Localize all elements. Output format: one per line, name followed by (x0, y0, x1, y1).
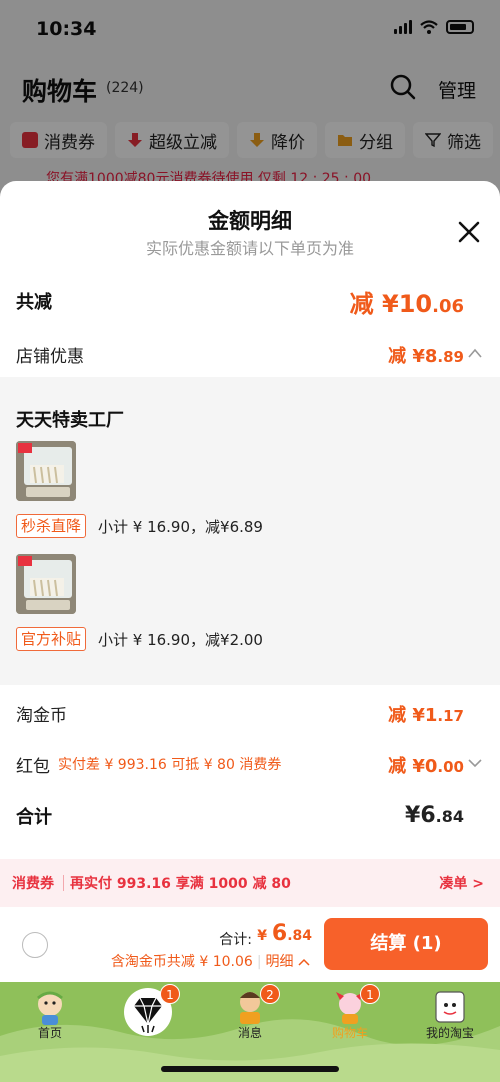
tab-cart[interactable]: 1 购物车 (300, 982, 400, 1052)
profile-mascot-icon (435, 991, 465, 1023)
checkout-total-value: ¥ 6.84 (257, 921, 312, 946)
chevron-up-icon (298, 958, 310, 966)
red-packet-value: 减 ¥0.00 (388, 756, 464, 777)
coupon-text: 再实付 993.16 享满 1000 减 80 (70, 876, 291, 892)
taojinbi-value: 减 ¥1.17 (388, 705, 464, 726)
checkout-total-label: 合计: (219, 932, 252, 948)
total-discount-label: 共减 (16, 292, 52, 313)
coupon-tag: 消费券 (12, 876, 54, 892)
divider (63, 875, 64, 891)
tab-label: 购物车 (331, 1026, 368, 1040)
sheet-title: 金额明细 (208, 209, 292, 233)
chevron-up-icon[interactable] (468, 348, 482, 358)
select-all-checkbox[interactable] (22, 932, 48, 958)
promo-tag: 秒杀直降 (16, 514, 87, 538)
promo-tag: 官方补贴 (16, 627, 87, 651)
tab-label: 消息 (237, 1026, 262, 1040)
amount-detail-sheet: 金额明细 实际优惠金额请以下单页为准 共减 减 ¥10.06 店铺优惠 减 ¥8… (0, 181, 500, 909)
checkout-bar: 合计: ¥ 6.84 含淘金币共减 ¥ 10.06 | 明细 结算 (1) (0, 908, 500, 982)
tab-label: 我的淘宝 (425, 1026, 474, 1040)
taojinbi-label: 淘金币 (16, 706, 67, 726)
total-discount-row: 共减 减 ¥10.06 (16, 284, 464, 318)
red-packet-note: 实付差 ¥ 993.16 可抵 ¥ 80 消费券 (58, 757, 282, 773)
product-thumbnail[interactable] (16, 441, 76, 501)
subtotal-label: 合计 (16, 807, 52, 828)
subtotal-row: 合计 ¥6.84 (16, 803, 464, 835)
shop-discount-value: 减 ¥8.89 (388, 346, 464, 367)
tab-messages[interactable]: 2 消息 (200, 982, 300, 1052)
shop-discount-row[interactable]: 店铺优惠 减 ¥8.89 (16, 340, 482, 368)
checkout-discount-summary: 含淘金币共减 ¥ 10.06 | 明细 (111, 951, 310, 971)
add-items-link[interactable]: 凑单 > (439, 873, 484, 893)
notification-badge: 2 (260, 984, 280, 1004)
tab-diamond[interactable]: 1 (98, 982, 198, 1052)
chevron-down-icon[interactable] (468, 758, 482, 768)
home-indicator (161, 1066, 339, 1072)
notification-badge: 1 (160, 984, 180, 1004)
checkout-button[interactable]: 结算 (1) (324, 918, 488, 970)
store-block: 天天特卖工厂 秒杀直降 小计 ¥ 16.90，减¥6.89 官方补贴 小计 ¥ … (0, 377, 500, 685)
sheet-subtitle: 实际优惠金额请以下单页为准 (145, 239, 354, 258)
detail-link[interactable]: 明细 (266, 954, 294, 970)
tab-home[interactable]: 首页 (0, 982, 100, 1052)
coupon-bar: 消费券 再实付 993.16 享满 1000 减 80 凑单 > (0, 859, 500, 907)
item-subtotal: 小计 ¥ 16.90，减¥2.00 (98, 631, 263, 649)
close-icon[interactable] (458, 221, 480, 243)
taojinbi-row: 淘金币 减 ¥1.17 (16, 701, 464, 729)
store-name: 天天特卖工厂 (16, 410, 124, 431)
tab-my-taobao[interactable]: 我的淘宝 (400, 982, 500, 1052)
product-thumbnail[interactable] (16, 554, 76, 614)
home-mascot-icon (37, 991, 63, 1025)
subtotal-value: ¥6.84 (405, 803, 464, 828)
tab-label: 首页 (37, 1026, 62, 1040)
shop-discount-label: 店铺优惠 (16, 347, 84, 367)
total-discount-value: 减 ¥10.06 (349, 290, 464, 318)
notification-badge: 1 (360, 984, 380, 1004)
red-packet-label: 红包 (16, 757, 50, 777)
red-packet-row[interactable]: 红包 实付差 ¥ 993.16 可抵 ¥ 80 消费券 减 ¥0.00 (16, 752, 482, 780)
item-subtotal: 小计 ¥ 16.90，减¥6.89 (98, 518, 263, 536)
